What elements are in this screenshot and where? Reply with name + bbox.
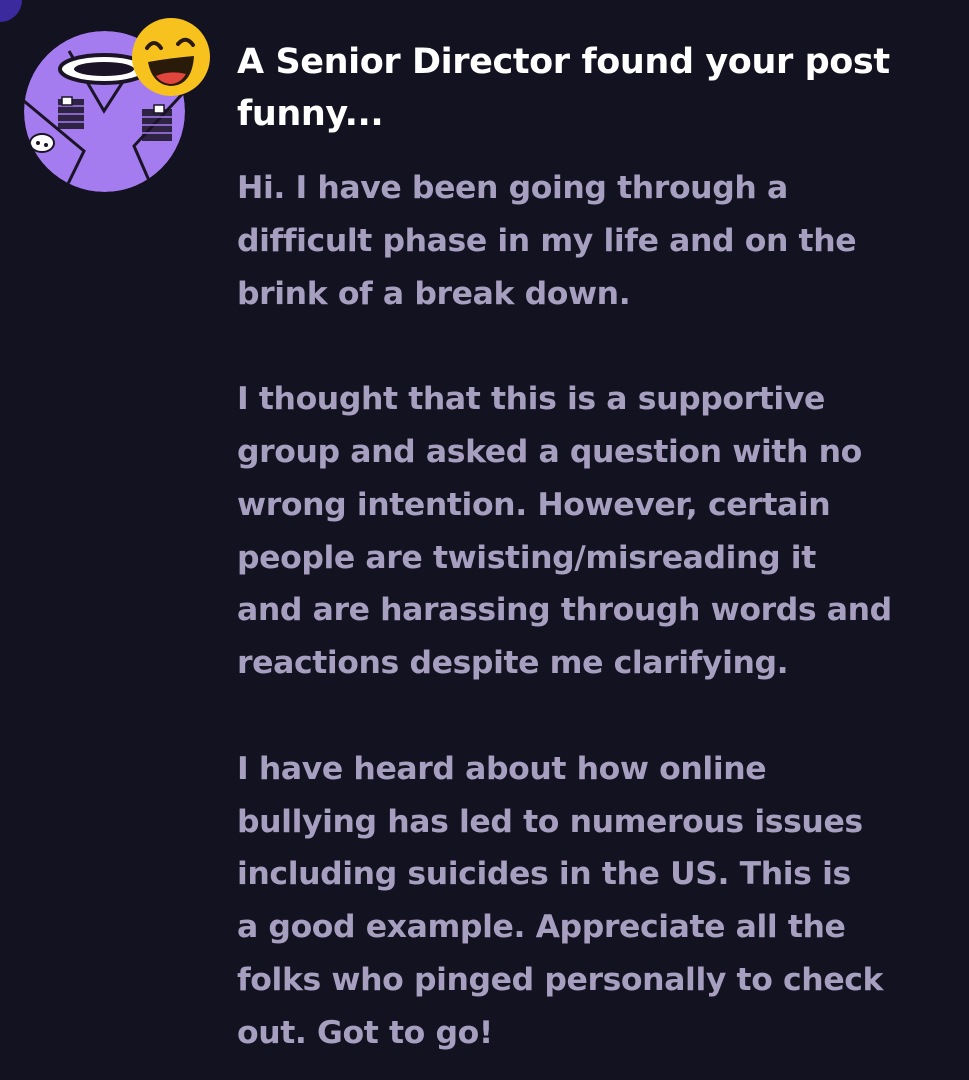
message-line: I have heard about how online: [237, 750, 767, 787]
message-line: wrong intention. However, certain: [237, 486, 831, 523]
message-line: folks who pinged personally to check: [237, 961, 884, 998]
message-line: brink of a break down.: [237, 275, 631, 312]
message-paragraph: Hi. I have been going through a difficul…: [237, 162, 957, 320]
notification-title: A Senior Director found your post funny.…: [237, 36, 947, 140]
message-line: a good example. Appreciate all the: [237, 909, 846, 946]
message-line: and are harassing through words and: [237, 592, 892, 629]
message-line: group and asked a question with no: [237, 433, 862, 470]
laughing-emoji-icon: [130, 16, 212, 98]
message-paragraph: I thought that this is a supportive grou…: [237, 373, 957, 690]
title-line: A Senior Director found your post: [237, 42, 890, 82]
message-line: including suicides in the US. This is: [237, 856, 851, 893]
notification-screen: A Senior Director found your post funny.…: [0, 0, 969, 1080]
notification-item[interactable]: A Senior Director found your post funny.…: [0, 0, 969, 1080]
message-line: bullying has led to numerous issues: [237, 803, 863, 840]
notification-message: Hi. I have been going through a difficul…: [237, 162, 957, 1060]
message-line: Hi. I have been going through a: [237, 170, 788, 206]
message-line: I thought that this is a supportive: [237, 381, 825, 418]
message-line: difficult phase in my life and on the: [237, 222, 857, 259]
message-line: people are twisting/misreading it: [237, 539, 816, 576]
message-line: reactions despite me clarifying.: [237, 645, 789, 682]
message-line: out. Got to go!: [237, 1014, 493, 1051]
message-paragraph: I have heard about how online bullying h…: [237, 743, 957, 1060]
title-line: funny...: [237, 94, 384, 134]
